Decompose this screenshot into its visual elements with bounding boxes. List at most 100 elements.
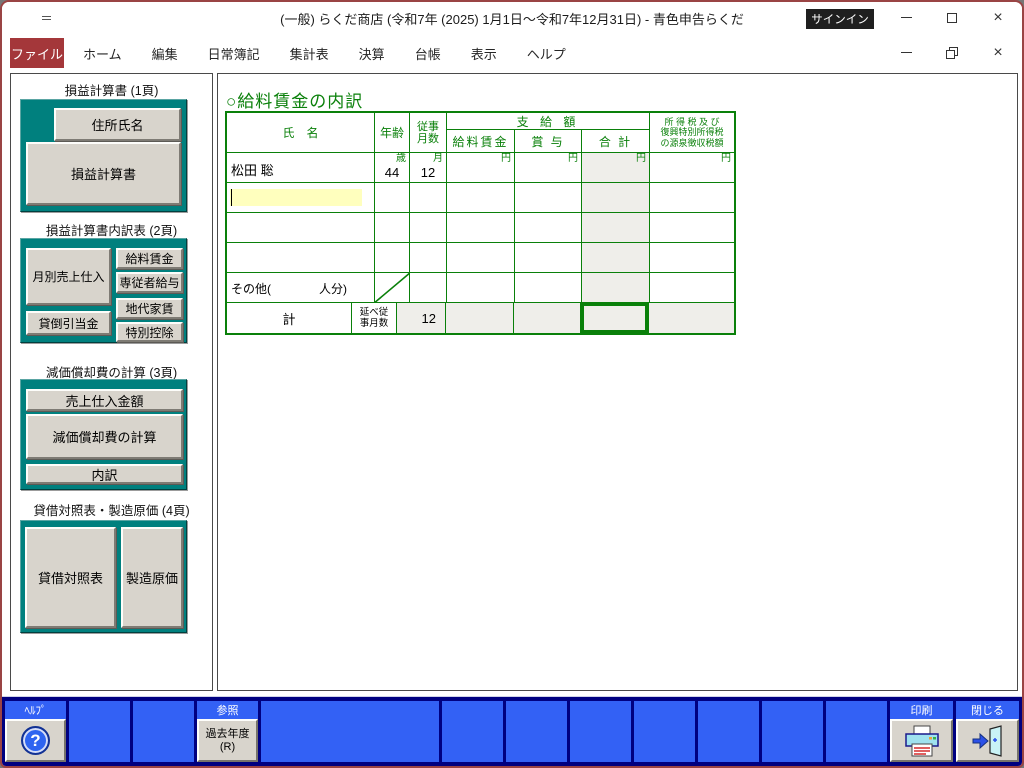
cell-tax-3[interactable]: [650, 213, 734, 242]
maximize-icon: [947, 12, 957, 23]
panel-pl: 住所氏名 損益計算書: [20, 99, 187, 212]
cell-age-3[interactable]: [375, 213, 410, 242]
col-header-payment: 支 給 額: [447, 113, 649, 130]
menu-view[interactable]: 表示: [456, 38, 512, 68]
minimize-button[interactable]: [883, 2, 929, 33]
menu-bar: ファイル ホーム 編集 日常簿記 集計表 決算 台帳 表示 ヘルプ ×: [2, 34, 1022, 72]
fkey-empty-slot: [442, 701, 503, 762]
cell-salary-4[interactable]: [447, 243, 515, 272]
cell-tax-2[interactable]: [650, 183, 734, 212]
col-header-name: 氏 名: [227, 113, 375, 152]
cell-tax-4[interactable]: [650, 243, 734, 272]
col-group-payment: 支 給 額 給料賃金 賞 与 合 計: [447, 113, 650, 152]
special-deduction-button[interactable]: 特別控除: [116, 322, 183, 342]
cell-salary-3[interactable]: [447, 213, 515, 242]
cell-months-4[interactable]: [410, 243, 447, 272]
cell-months-3[interactable]: [410, 213, 447, 242]
cell-others-label[interactable]: その他( 人分): [227, 273, 375, 302]
maximize-button[interactable]: [929, 2, 975, 33]
menu-settlement[interactable]: 決算: [344, 38, 400, 68]
cell-tax-1[interactable]: 円: [650, 153, 734, 182]
past-years-button[interactable]: 過去年度 (R): [197, 719, 258, 762]
minimize-icon: [900, 52, 912, 53]
sidebar: 損益計算書 (1頁) 住所氏名 損益計算書 損益計算書内訳表 (2頁) 月別売上…: [10, 73, 213, 691]
cell-bonus-1[interactable]: 円: [515, 153, 582, 182]
fkey-empty-slot: [698, 701, 759, 762]
menu-ledger[interactable]: 台帳: [400, 38, 456, 68]
help-question-icon: ?: [21, 726, 50, 755]
cell-name-4[interactable]: [227, 243, 375, 272]
cell-grand-total-focused[interactable]: [581, 303, 649, 333]
cell-grand-salary: [446, 303, 514, 333]
cell-months-2[interactable]: [410, 183, 447, 212]
fkey-empty-slot: [570, 701, 631, 762]
cell-bonus-2[interactable]: [515, 183, 582, 212]
cell-others-bonus[interactable]: [515, 273, 582, 302]
cell-others-tax[interactable]: [650, 273, 734, 302]
cell-age-4[interactable]: [375, 243, 410, 272]
signin-button[interactable]: サインイン: [806, 9, 874, 29]
panel-bs: 貸借対照表 製造原価: [20, 520, 187, 633]
help-button[interactable]: ?: [5, 719, 66, 762]
fkey-close-slot: 閉じる: [956, 701, 1019, 762]
breakdown-button[interactable]: 内訳: [26, 464, 183, 484]
table-row-employee1: 松田 聡 歳 44 月 12 円 円 円 円: [227, 153, 734, 183]
fkey-print-slot: 印刷: [890, 701, 953, 762]
cell-name-1[interactable]: 松田 聡: [227, 153, 375, 182]
cell-age-1[interactable]: 歳 44: [375, 153, 410, 182]
menu-daily-bookkeeping[interactable]: 日常簿記: [193, 38, 275, 68]
balance-sheet-button[interactable]: 貸借対照表: [25, 527, 116, 628]
pl-statement-button[interactable]: 損益計算書: [26, 142, 181, 205]
salary-table: 氏 名 年齢 従事 月数 支 給 額 給料賃金 賞 与 合 計 所 得 税 及 び…: [225, 111, 736, 335]
print-button[interactable]: [890, 719, 953, 762]
cell-age-2[interactable]: [375, 183, 410, 212]
address-name-button[interactable]: 住所氏名: [54, 108, 181, 141]
title-bar: (一般) らくだ商店 (令和7年 (2025) 1月1日～令和7年12月31日)…: [2, 2, 1022, 34]
menu-edit[interactable]: 編集: [137, 38, 193, 68]
doc-restore-button[interactable]: [929, 37, 975, 68]
fkey-reference-label: 参照: [216, 705, 239, 717]
cell-salary-1[interactable]: 円: [447, 153, 515, 182]
sheet-title: ○給料賃金の内訳: [226, 92, 364, 111]
table-row-employee2: [227, 183, 734, 213]
menu-home[interactable]: ホーム: [68, 38, 137, 68]
cell-months-1[interactable]: 月 12: [410, 153, 447, 182]
cell-bonus-3[interactable]: [515, 213, 582, 242]
cell-others-months[interactable]: [410, 273, 447, 302]
diagonal-strike: [375, 273, 409, 302]
fkey-help-slot: ﾍﾙﾌﾟ ?: [5, 701, 66, 762]
manufacturing-cost-button[interactable]: 製造原価: [121, 527, 183, 628]
cell-total-3: [582, 213, 650, 242]
col-header-total: 合 計: [598, 134, 633, 149]
menu-summary[interactable]: 集計表: [275, 38, 344, 68]
active-input-highlight: [230, 189, 362, 206]
section-header-pl: 損益計算書 (1頁): [64, 84, 159, 98]
salary-wages-button[interactable]: 給料賃金: [116, 248, 183, 269]
bad-debt-button[interactable]: 貸倒引当金: [26, 311, 111, 335]
menu-help[interactable]: ヘルプ: [512, 38, 581, 68]
cell-total-label: 計: [227, 303, 352, 333]
cell-name-3[interactable]: [227, 213, 375, 242]
printer-icon: [904, 725, 939, 756]
doc-minimize-button[interactable]: [883, 37, 929, 68]
close-icon: ×: [993, 8, 1003, 26]
land-rent-button[interactable]: 地代家賃: [116, 298, 183, 319]
close-form-button[interactable]: [956, 719, 1019, 762]
menu-file-tab[interactable]: ファイル: [10, 38, 64, 68]
cell-bonus-4[interactable]: [515, 243, 582, 272]
function-toolbar: ﾍﾙﾌﾟ ? 参照 過去年度 (R) 印刷 閉じる: [2, 696, 1022, 766]
cell-salary-2[interactable]: [447, 183, 515, 212]
cell-others-salary[interactable]: [447, 273, 515, 302]
cell-total-4: [582, 243, 650, 272]
family-employee-button[interactable]: 専従者給与: [116, 272, 183, 293]
cell-total-1: 円: [582, 153, 650, 182]
cell-name-2-active-input[interactable]: [227, 183, 375, 212]
cell-total-months-label: 延べ従 事月数: [352, 303, 397, 333]
depreciation-calc-button[interactable]: 減価償却費の計算: [26, 414, 183, 459]
monthly-sales-button[interactable]: 月別売上仕入: [26, 248, 111, 305]
section-header-pl-detail: 損益計算書内訳表 (2頁): [45, 224, 178, 238]
cell-others-age: [375, 273, 410, 302]
sales-purchase-amount-button[interactable]: 売上仕入金額: [26, 389, 183, 411]
close-button[interactable]: ×: [975, 2, 1021, 33]
doc-close-button[interactable]: ×: [975, 37, 1021, 68]
